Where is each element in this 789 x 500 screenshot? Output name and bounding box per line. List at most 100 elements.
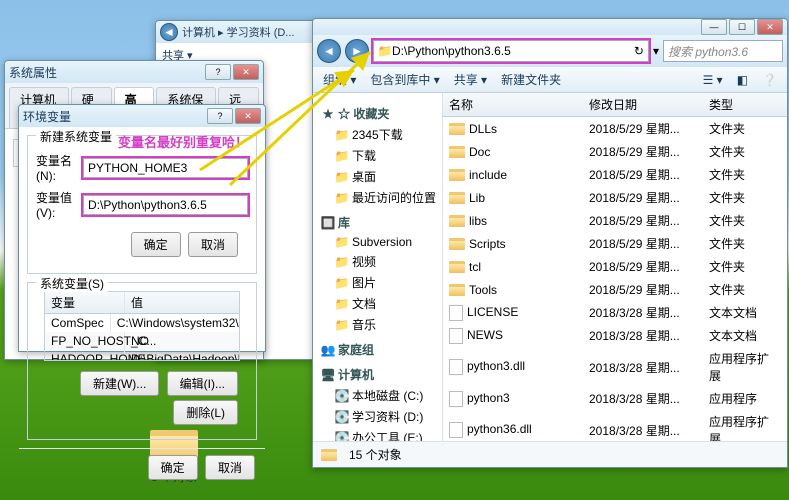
folder-icon (449, 123, 465, 135)
file-row[interactable]: Tools2018/5/29 星期...文件夹 (443, 278, 787, 301)
tree-node[interactable]: 💽本地磁盘 (C:) (317, 385, 438, 406)
folder: 📁 (335, 235, 349, 249)
drive: 💽 (335, 431, 349, 442)
folder: 📁 (335, 170, 349, 184)
nav-forward-button[interactable]: ► (345, 39, 369, 63)
close-button[interactable]: ✕ (757, 19, 783, 35)
col-size[interactable]: 大小 (783, 93, 787, 116)
tree-node[interactable]: 📁图片 (317, 272, 438, 293)
maximize-button[interactable]: ☐ (729, 19, 755, 35)
folder-icon: 📁 (378, 44, 392, 58)
varvalue-input[interactable] (83, 195, 248, 215)
share-menu[interactable]: 共享 ▾ (454, 71, 487, 88)
sysvar-row[interactable]: FP_NO_HOST_C...NO (45, 332, 239, 350)
sysprop-titlebar[interactable]: 系统属性 ?✕ (5, 61, 263, 83)
view-icon[interactable]: ☰ ▾ (703, 73, 723, 87)
col-date[interactable]: 修改日期 (583, 93, 703, 116)
tree-node[interactable]: 🔲库 (317, 212, 438, 233)
folder: 📁 (335, 149, 349, 163)
help-button[interactable]: ? (205, 64, 231, 80)
tree-node[interactable]: 📁Subversion (317, 233, 438, 251)
tree-node[interactable]: 👥家庭组 (317, 339, 438, 360)
newfolder-button[interactable]: 新建文件夹 (501, 71, 561, 88)
tree-node[interactable]: 📁下载 (317, 145, 438, 166)
file-row[interactable]: Lib2018/5/29 星期...文件夹 (443, 186, 787, 209)
tree-node[interactable]: 💽办公工具 (E:) (317, 427, 438, 441)
file-row[interactable]: Doc2018/5/29 星期...文件夹 (443, 140, 787, 163)
folder-icon (449, 238, 465, 250)
include-menu[interactable]: 包含到库中 ▾ (370, 71, 439, 88)
col-type[interactable]: 类型 (703, 93, 783, 116)
explorer-titlebar[interactable]: —☐✕ (313, 19, 787, 35)
ok-button[interactable]: 确定 (131, 232, 181, 257)
file-list-header: 名称 修改日期 类型 大小 (443, 93, 787, 117)
sysvars-label: 系统变量(S) (36, 275, 108, 292)
folder-icon (449, 192, 465, 204)
folder: 📁 (335, 318, 349, 332)
minimize-button[interactable]: — (701, 19, 727, 35)
sysvars-group: 系统变量(S) 变量值 ComSpecC:\Windows\system32\c… (27, 282, 257, 440)
tree-node[interactable]: 📁最近访问的位置 (317, 187, 438, 208)
address-bar[interactable]: 📁 D:\Python\python3.6.5 ↻ (373, 40, 649, 62)
address-text: D:\Python\python3.6.5 (392, 44, 511, 58)
refresh-icon[interactable]: ↻ (634, 44, 644, 58)
tree-node[interactable]: 📁桌面 (317, 166, 438, 187)
tree-node[interactable]: 💽学习资料 (D:) (317, 406, 438, 427)
varname-input[interactable] (83, 158, 248, 178)
file-row[interactable]: libs2018/5/29 星期...文件夹 (443, 209, 787, 232)
folder: 📁 (335, 255, 349, 269)
file-row[interactable]: DLLs2018/5/29 星期...文件夹 (443, 117, 787, 140)
tree-node[interactable]: 📁文档 (317, 293, 438, 314)
delete-button[interactable]: 删除(L) (173, 400, 238, 425)
folder: 📁 (335, 191, 349, 205)
help-button[interactable]: ? (207, 108, 233, 124)
file-row[interactable]: python36.dll2018/3/28 星期...应用程序扩展3,527 K… (443, 410, 787, 441)
drive: 💽 (335, 410, 349, 424)
tree-node[interactable]: ★☆ 收藏夹 (317, 103, 438, 124)
tree-node[interactable]: 📁视频 (317, 251, 438, 272)
new-button[interactable]: 新建(W)... (80, 371, 159, 396)
sysvars-list[interactable]: 变量值 ComSpecC:\Windows\system32\cmd.exeFP… (44, 291, 240, 361)
sysvar-row[interactable]: ComSpecC:\Windows\system32\cmd.exe (45, 314, 239, 332)
help-icon[interactable]: ❔ (762, 73, 777, 87)
col-var[interactable]: 变量 (45, 292, 125, 313)
file-row[interactable]: python32018/3/28 星期...应用程序99 KB (443, 387, 787, 410)
file-row[interactable]: NEWS2018/3/28 星期...文本文档384 KB (443, 324, 787, 347)
star: ★ (321, 107, 335, 121)
newvar-group: 新建系统变量 变量名最好别重复哈！ 变量名(N): 变量值(V): 确定 取消 (27, 135, 257, 274)
cancel-button[interactable]: 取消 (205, 455, 255, 480)
cancel-button[interactable]: 取消 (188, 232, 238, 257)
col-name[interactable]: 名称 (443, 93, 583, 116)
bg-breadcrumb[interactable]: 计算机 ▸ 学习资料 (D... (178, 24, 310, 40)
tree-node[interactable]: 📁音乐 (317, 314, 438, 335)
ok-button[interactable]: 确定 (148, 455, 198, 480)
address-dropdown[interactable]: ▾ (653, 44, 659, 58)
search-input[interactable]: 搜索 python3.6 (663, 40, 783, 62)
bg-nav-back[interactable]: ◄ (160, 23, 178, 41)
envvar-titlebar[interactable]: 环境变量 ?✕ (19, 105, 265, 127)
folder-icon (449, 284, 465, 296)
sysvar-row[interactable]: HADOOP_HOMED:\BigData\Hadoop\hadoop\hado… (45, 350, 239, 361)
bg-titlebar: ◄ 计算机 ▸ 学习资料 (D... (156, 21, 314, 43)
file-row[interactable]: LICENSE2018/3/28 星期...文本文档30 KB (443, 301, 787, 324)
close-button[interactable]: ✕ (235, 108, 261, 124)
tree-node[interactable]: 🖥计算机 (317, 364, 438, 385)
edit-button[interactable]: 编辑(I)... (167, 371, 238, 396)
nav-back-button[interactable]: ◄ (317, 39, 341, 63)
close-button[interactable]: ✕ (233, 64, 259, 80)
preview-icon[interactable]: ◧ (737, 73, 748, 87)
file-row[interactable]: include2018/5/29 星期...文件夹 (443, 163, 787, 186)
explorer-nav: ◄ ► 📁 D:\Python\python3.6.5 ↻ ▾ 搜索 pytho… (313, 35, 787, 67)
nav-tree[interactable]: ★☆ 收藏夹📁2345下载📁下载📁桌面📁最近访问的位置 🔲库📁Subversion… (313, 93, 443, 441)
folder: 📁 (335, 128, 349, 142)
organize-menu[interactable]: 组织 ▾ (323, 71, 356, 88)
folder: 📁 (335, 297, 349, 311)
file-row[interactable]: Scripts2018/5/29 星期...文件夹 (443, 232, 787, 255)
folder-icon (449, 215, 465, 227)
varvalue-label: 变量值(V): (36, 189, 77, 220)
file-row[interactable]: tcl2018/5/29 星期...文件夹 (443, 255, 787, 278)
drive: 💽 (335, 389, 349, 403)
tree-node[interactable]: 📁2345下载 (317, 124, 438, 145)
file-row[interactable]: python3.dll2018/3/28 星期...应用程序扩展58 KB (443, 347, 787, 387)
col-val[interactable]: 值 (125, 292, 239, 313)
